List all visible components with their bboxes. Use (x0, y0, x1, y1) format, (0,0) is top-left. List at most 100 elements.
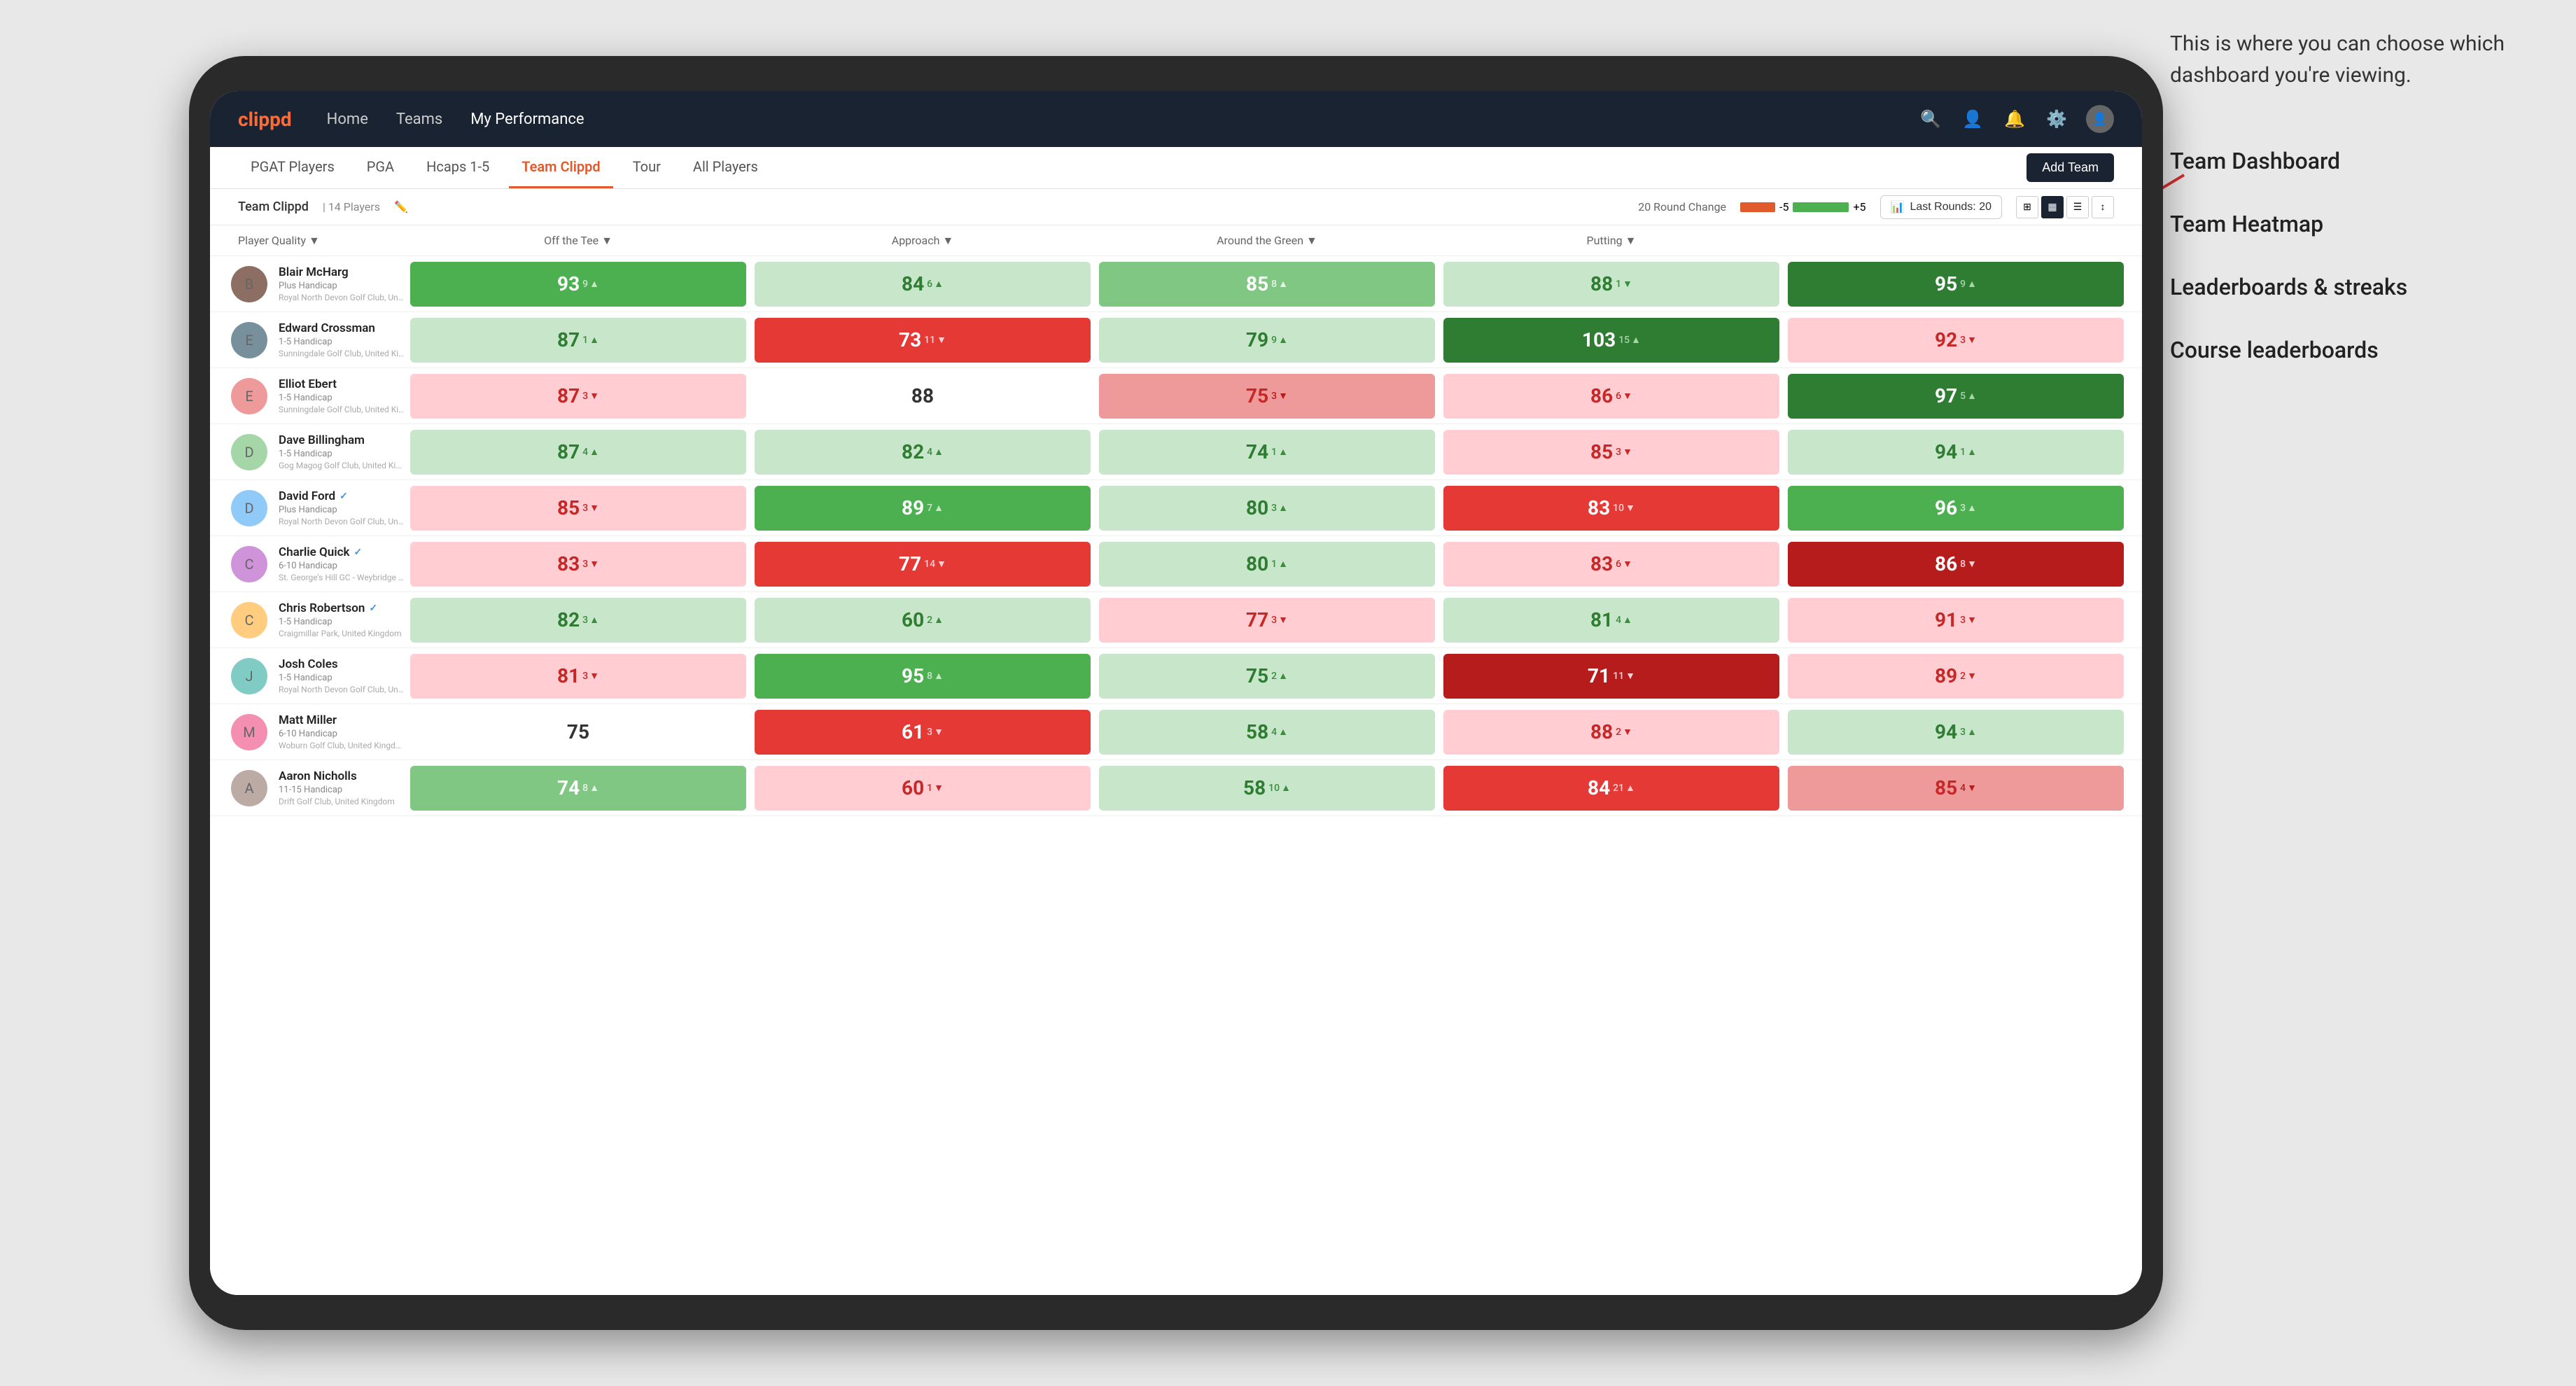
view-list-btn[interactable]: ☰ (2066, 196, 2089, 218)
annotation-list: Team Dashboard Team Heatmap Leaderboards… (2170, 133, 2534, 378)
score-value: 95 (902, 664, 924, 687)
score-cell: 854 (1788, 766, 2124, 811)
score-change: 1 (1616, 278, 1632, 290)
person-icon[interactable]: 👤 (1960, 106, 1985, 132)
player-club: Royal North Devon Golf Club, United King… (279, 685, 405, 694)
nav-links: Home Teams My Performance (327, 111, 1918, 128)
score-value: 79 (1246, 328, 1268, 351)
tab-all-players[interactable]: All Players (680, 147, 771, 188)
score-value: 87 (557, 384, 580, 407)
player-info-cell[interactable]: DDave Billingham1-5 HandicapGog Magog Go… (224, 433, 406, 470)
player-info-cell[interactable]: BBlair McHargPlus HandicapRoyal North De… (224, 265, 406, 302)
score-cell: 799 (1099, 318, 1435, 363)
table-row: EElliot Ebert1-5 HandicapSunningdale Gol… (210, 368, 2142, 424)
score-cell: 866 (1443, 374, 1779, 419)
player-details: Elliot Ebert1-5 HandicapSunningdale Golf… (279, 377, 405, 414)
player-details: Josh Coles1-5 HandicapRoyal North Devon … (279, 657, 405, 694)
add-team-button[interactable]: Add Team (2026, 153, 2114, 182)
col-header-off-tee[interactable]: Off the Tee ▼ (406, 234, 750, 248)
score-value: 80 (1246, 552, 1268, 575)
score-cell: 801 (1099, 542, 1435, 587)
bell-icon[interactable]: 🔔 (2002, 106, 2027, 132)
edit-icon[interactable]: ✏️ (394, 200, 408, 214)
table-row: BBlair McHargPlus HandicapRoyal North De… (210, 256, 2142, 312)
score-change: 2 (1616, 726, 1632, 738)
score-cell: 814 (1443, 598, 1779, 643)
score-change: 15 (1618, 334, 1641, 346)
score-value: 85 (1935, 776, 1957, 799)
change-positive: +5 (1853, 200, 1865, 214)
player-name: Josh Coles (279, 657, 405, 671)
score-change: 7 (927, 502, 944, 514)
player-info-cell[interactable]: AAaron Nicholls11-15 HandicapDrift Golf … (224, 769, 406, 806)
last-rounds-button[interactable]: 📊 Last Rounds: 20 (1880, 195, 2002, 219)
player-info-cell[interactable]: JJosh Coles1-5 HandicapRoyal North Devon… (224, 657, 406, 694)
player-handicap: 1-5 Handicap (279, 337, 405, 347)
score-cell: 8421 (1443, 766, 1779, 811)
score-value: 86 (1935, 552, 1957, 575)
player-info-cell[interactable]: DDavid Ford✓Plus HandicapRoyal North Dev… (224, 489, 406, 526)
score-value: 60 (902, 776, 924, 799)
tab-team-clippd[interactable]: Team Clippd (509, 147, 612, 188)
score-value: 94 (1935, 440, 1957, 463)
score-cell: 939 (410, 262, 746, 307)
avatar[interactable]: 👤 (2086, 105, 2114, 133)
view-icons: ⊞ ▦ ☰ ↕ (2016, 196, 2114, 218)
search-icon[interactable]: 🔍 (1918, 106, 1943, 132)
verified-icon: ✓ (369, 603, 377, 614)
col-header-approach[interactable]: Approach ▼ (750, 234, 1095, 248)
nav-link-home[interactable]: Home (327, 111, 368, 128)
score-change: 14 (924, 558, 946, 570)
verified-icon: ✓ (340, 491, 348, 502)
player-info-cell[interactable]: CChris Robertson✓1-5 HandicapCraigmillar… (224, 601, 406, 638)
col-header-around-green[interactable]: Around the Green ▼ (1095, 234, 1439, 248)
settings-icon[interactable]: ⚙️ (2044, 106, 2069, 132)
sub-tabs: PGAT Players PGA Hcaps 1-5 Team Clippd T… (238, 147, 771, 188)
score-cell: 823 (410, 598, 746, 643)
nav-link-my-performance[interactable]: My Performance (470, 111, 584, 128)
score-cell: 833 (410, 542, 746, 587)
score-value: 86 (1590, 384, 1613, 407)
score-cell: 959 (1788, 262, 2124, 307)
nav-link-teams[interactable]: Teams (396, 111, 442, 128)
view-grid-btn[interactable]: ⊞ (2016, 196, 2038, 218)
tab-pga[interactable]: PGA (354, 147, 407, 188)
score-change: 3 (927, 726, 944, 738)
score-change: 2 (927, 614, 944, 626)
score-change: 9 (1960, 278, 1977, 290)
tab-tour[interactable]: Tour (620, 147, 673, 188)
player-info-cell[interactable]: EEdward Crossman1-5 HandicapSunningdale … (224, 321, 406, 358)
col-header-putting[interactable]: Putting ▼ (1439, 234, 1784, 248)
score-value: 91 (1935, 608, 1957, 631)
player-name: Charlie Quick✓ (279, 545, 405, 559)
tab-hcaps[interactable]: Hcaps 1-5 (414, 147, 502, 188)
tab-pgat-players[interactable]: PGAT Players (238, 147, 347, 188)
view-heatmap-btn[interactable]: ▦ (2041, 196, 2064, 218)
player-name: Dave Billingham (279, 433, 405, 447)
score-value: 84 (902, 272, 924, 295)
score-change: 5 (1960, 390, 1977, 402)
score-value: 82 (557, 608, 580, 631)
score-value: 81 (557, 664, 580, 687)
score-change: 3 (1960, 334, 1977, 346)
table-row: EEdward Crossman1-5 HandicapSunningdale … (210, 312, 2142, 368)
score-cell: 5810 (1099, 766, 1435, 811)
player-info-cell[interactable]: EElliot Ebert1-5 HandicapSunningdale Gol… (224, 377, 406, 414)
view-extra-btn[interactable]: ↕ (2092, 196, 2114, 218)
verified-icon: ✓ (354, 547, 363, 558)
annotation-panel: This is where you can choose which dashb… (2170, 28, 2534, 385)
team-count: | 14 Players (323, 200, 380, 214)
score-cell: 923 (1788, 318, 2124, 363)
score-value: 74 (557, 776, 580, 799)
player-handicap: Plus Handicap (279, 281, 405, 291)
change-bar-negative (1740, 202, 1775, 212)
score-value: 85 (1590, 440, 1613, 463)
player-name: Edward Crossman (279, 321, 405, 335)
player-info-cell[interactable]: CCharlie Quick✓6-10 HandicapSt. George's… (224, 545, 406, 582)
avatar: A (231, 770, 267, 806)
player-info-cell[interactable]: MMatt Miller6-10 HandicapWoburn Golf Clu… (224, 713, 406, 750)
score-change: 3 (582, 502, 599, 514)
score-value: 88 (911, 384, 934, 407)
score-value: 96 (1935, 496, 1957, 519)
player-rows: BBlair McHargPlus HandicapRoyal North De… (210, 256, 2142, 816)
